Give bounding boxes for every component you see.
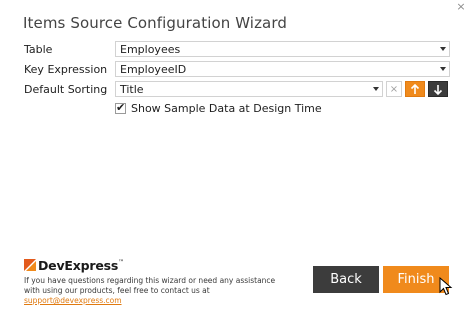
- table-combobox[interactable]: Employees: [115, 41, 450, 57]
- default-sorting-combobox-value: Title: [120, 83, 144, 96]
- devexpress-logo: DevExpress ™: [24, 257, 124, 273]
- chevron-down-icon: [440, 67, 446, 71]
- mouse-cursor-icon: [439, 277, 453, 296]
- default-sorting-combobox[interactable]: Title: [115, 81, 383, 97]
- sort-descending-button[interactable]: [428, 81, 448, 97]
- key-expression-combobox[interactable]: EmployeeID: [115, 61, 450, 77]
- help-text: If you have questions regarding this wiz…: [24, 276, 294, 306]
- sort-ascending-button[interactable]: [405, 81, 425, 97]
- arrow-down-icon: [433, 84, 443, 95]
- default-sorting-label: Default Sorting: [24, 83, 108, 96]
- key-expression-combobox-value: EmployeeID: [120, 63, 187, 76]
- table-label: Table: [24, 43, 53, 56]
- wizard-title: Items Source Configuration Wizard: [23, 14, 287, 32]
- help-text-line2: with using our products, feel free to co…: [24, 286, 210, 295]
- arrow-up-icon: [410, 83, 420, 94]
- logo-trademark: ™: [118, 258, 125, 266]
- back-button[interactable]: Back: [313, 266, 379, 293]
- devexpress-logo-mark-icon: [24, 259, 36, 271]
- clear-sorting-button[interactable]: ×: [386, 81, 402, 97]
- logo-text: DevExpress: [38, 257, 119, 273]
- show-sample-data-option[interactable]: ✔ Show Sample Data at Design Time: [115, 101, 322, 115]
- key-expression-label: Key Expression: [24, 63, 108, 76]
- help-text-line1: If you have questions regarding this wiz…: [24, 276, 276, 285]
- wizard-window: × Items Source Configuration Wizard Tabl…: [0, 0, 474, 310]
- chevron-down-icon: [440, 47, 446, 51]
- support-email-link[interactable]: support@devexpress.com: [24, 296, 122, 305]
- chevron-down-icon: [373, 87, 379, 91]
- close-button[interactable]: ×: [454, 0, 468, 14]
- checkmark-icon: ✔: [116, 100, 126, 114]
- show-sample-data-label: Show Sample Data at Design Time: [131, 101, 322, 115]
- table-combobox-value: Employees: [120, 43, 181, 56]
- show-sample-data-checkbox[interactable]: ✔: [115, 100, 126, 114]
